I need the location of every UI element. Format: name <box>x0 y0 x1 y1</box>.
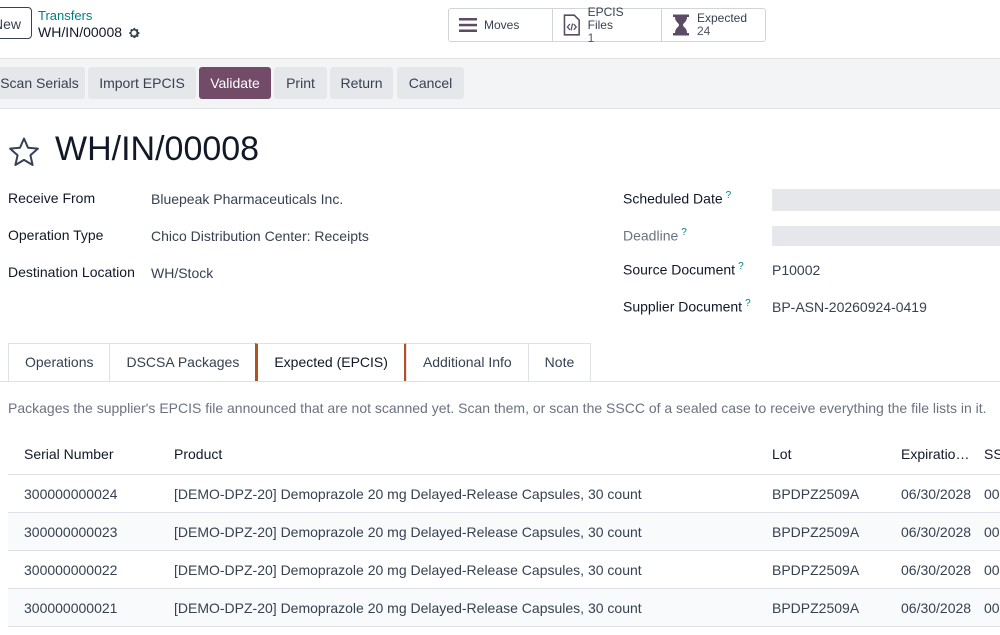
serial-cell: 300000000021 <box>24 600 118 616</box>
tab-divider <box>0 381 1000 382</box>
table-row[interactable]: 300000000021 [DEMO-DPZ-20] Demoprazole 2… <box>8 589 1000 627</box>
gear-icon[interactable] <box>127 26 141 40</box>
product-cell: [DEMO-DPZ-20] Demoprazole 20 mg Delayed-… <box>174 600 642 616</box>
sscc-cell: 00 <box>984 524 1000 540</box>
operation-type-field[interactable]: Chico Distribution Center: Receipts <box>151 228 369 244</box>
serial-cell: 300000000022 <box>24 562 118 578</box>
tab-note[interactable]: Note <box>527 343 592 381</box>
epcis-files-count: 1 <box>587 30 595 45</box>
help-text: Packages the supplier's EPCIS file annou… <box>8 400 987 416</box>
tab-expected-epcis[interactable]: Expected (EPCIS) <box>255 343 407 381</box>
scheduled-date-label: Scheduled Date? <box>623 190 732 207</box>
breadcrumb-current: WH/IN/00008 <box>38 24 123 40</box>
product-cell: [DEMO-DPZ-20] Demoprazole 20 mg Delayed-… <box>174 524 642 540</box>
table-row[interactable]: 300000000024 [DEMO-DPZ-20] Demoprazole 2… <box>8 475 1000 513</box>
table-row[interactable]: 300000000023 [DEMO-DPZ-20] Demoprazole 2… <box>8 513 1000 551</box>
expiration-cell: 06/30/2028 <box>901 562 972 578</box>
sscc-cell: 00 <box>984 486 1000 502</box>
cancel-button[interactable]: Cancel <box>397 67 464 99</box>
page-title: WH/IN/00008 <box>55 130 260 168</box>
expected-smart-button[interactable]: Expected 24 <box>662 9 765 41</box>
status-bar: Scan Serials Import EPCIS Validate Print… <box>0 59 1000 109</box>
moves-smart-button[interactable]: Moves <box>449 9 553 41</box>
validate-button[interactable]: Validate <box>199 67 271 99</box>
column-expiration[interactable]: Expiratio… <box>901 446 969 462</box>
list-icon <box>459 18 477 32</box>
column-product[interactable]: Product <box>174 446 222 462</box>
serial-cell: 300000000024 <box>24 486 118 502</box>
return-button[interactable]: Return <box>330 67 393 99</box>
help-icon[interactable]: ? <box>681 227 687 238</box>
help-icon[interactable]: ? <box>726 190 732 201</box>
column-serial-number[interactable]: Serial Number <box>24 446 113 462</box>
deadline-field[interactable] <box>772 226 1000 246</box>
destination-location-label: Destination Location <box>8 264 135 280</box>
smart-buttons: Moves EPCIS Files 1 Expected 24 <box>448 4 766 44</box>
help-icon[interactable]: ? <box>738 261 744 272</box>
sscc-cell: 00 <box>984 562 1000 578</box>
expiration-cell: 06/30/2028 <box>901 486 972 502</box>
operation-type-label: Operation Type <box>8 227 104 243</box>
help-icon[interactable]: ? <box>745 298 751 309</box>
expiration-cell: 06/30/2028 <box>901 600 972 616</box>
star-icon[interactable] <box>8 136 40 168</box>
sscc-cell: 00 <box>984 600 1000 616</box>
table-row[interactable]: 300000000022 [DEMO-DPZ-20] Demoprazole 2… <box>8 551 1000 589</box>
expiration-cell: 06/30/2028 <box>901 524 972 540</box>
tab-dscsa-packages[interactable]: DSCSA Packages <box>109 343 257 381</box>
tab-additional-info[interactable]: Additional Info <box>405 343 529 381</box>
serial-cell: 300000000023 <box>24 524 118 540</box>
destination-location-field[interactable]: WH/Stock <box>151 265 213 281</box>
receive-from-field[interactable]: Bluepeak Pharmaceuticals Inc. <box>151 191 343 207</box>
scheduled-date-field[interactable] <box>772 189 1000 211</box>
lot-cell: BPDPZ2509A <box>772 524 860 540</box>
epcis-files-label: EPCIS Files <box>587 4 624 32</box>
tab-operations[interactable]: Operations <box>8 343 111 381</box>
receive-from-label: Receive From <box>8 190 96 206</box>
lot-cell: BPDPZ2509A <box>772 600 860 616</box>
code-file-icon <box>563 14 580 36</box>
epcis-files-smart-button[interactable]: EPCIS Files 1 <box>553 4 662 44</box>
import-epcis-button[interactable]: Import EPCIS <box>88 67 196 99</box>
notebook-tabs: Operations DSCSA Packages Expected (EPCI… <box>8 343 592 381</box>
deadline-label: Deadline? <box>623 227 687 244</box>
new-button[interactable]: New <box>0 7 32 39</box>
supplier-document-label: Supplier Document? <box>623 298 751 315</box>
product-cell: [DEMO-DPZ-20] Demoprazole 20 mg Delayed-… <box>174 562 642 578</box>
breadcrumb-transfers[interactable]: Transfers <box>38 8 92 23</box>
source-document-label: Source Document? <box>623 261 744 278</box>
lot-cell: BPDPZ2509A <box>772 486 860 502</box>
supplier-document-field[interactable]: BP-ASN-20260924-0419 <box>772 299 927 315</box>
column-sscc[interactable]: SS <box>984 446 1000 462</box>
lot-cell: BPDPZ2509A <box>772 562 860 578</box>
hourglass-icon <box>673 14 689 36</box>
scan-serials-button[interactable]: Scan Serials <box>0 67 85 99</box>
moves-label: Moves <box>484 17 520 32</box>
expected-count: 24 <box>697 24 711 38</box>
source-document-field[interactable]: P10002 <box>772 262 820 278</box>
column-lot[interactable]: Lot <box>772 446 791 462</box>
print-button[interactable]: Print <box>274 67 327 99</box>
table-header: Serial Number Product Lot Expiratio… SS <box>8 436 1000 475</box>
control-panel: New Transfers WH/IN/00008 Moves EPCIS Fi… <box>0 0 1000 59</box>
product-cell: [DEMO-DPZ-20] Demoprazole 20 mg Delayed-… <box>174 486 642 502</box>
